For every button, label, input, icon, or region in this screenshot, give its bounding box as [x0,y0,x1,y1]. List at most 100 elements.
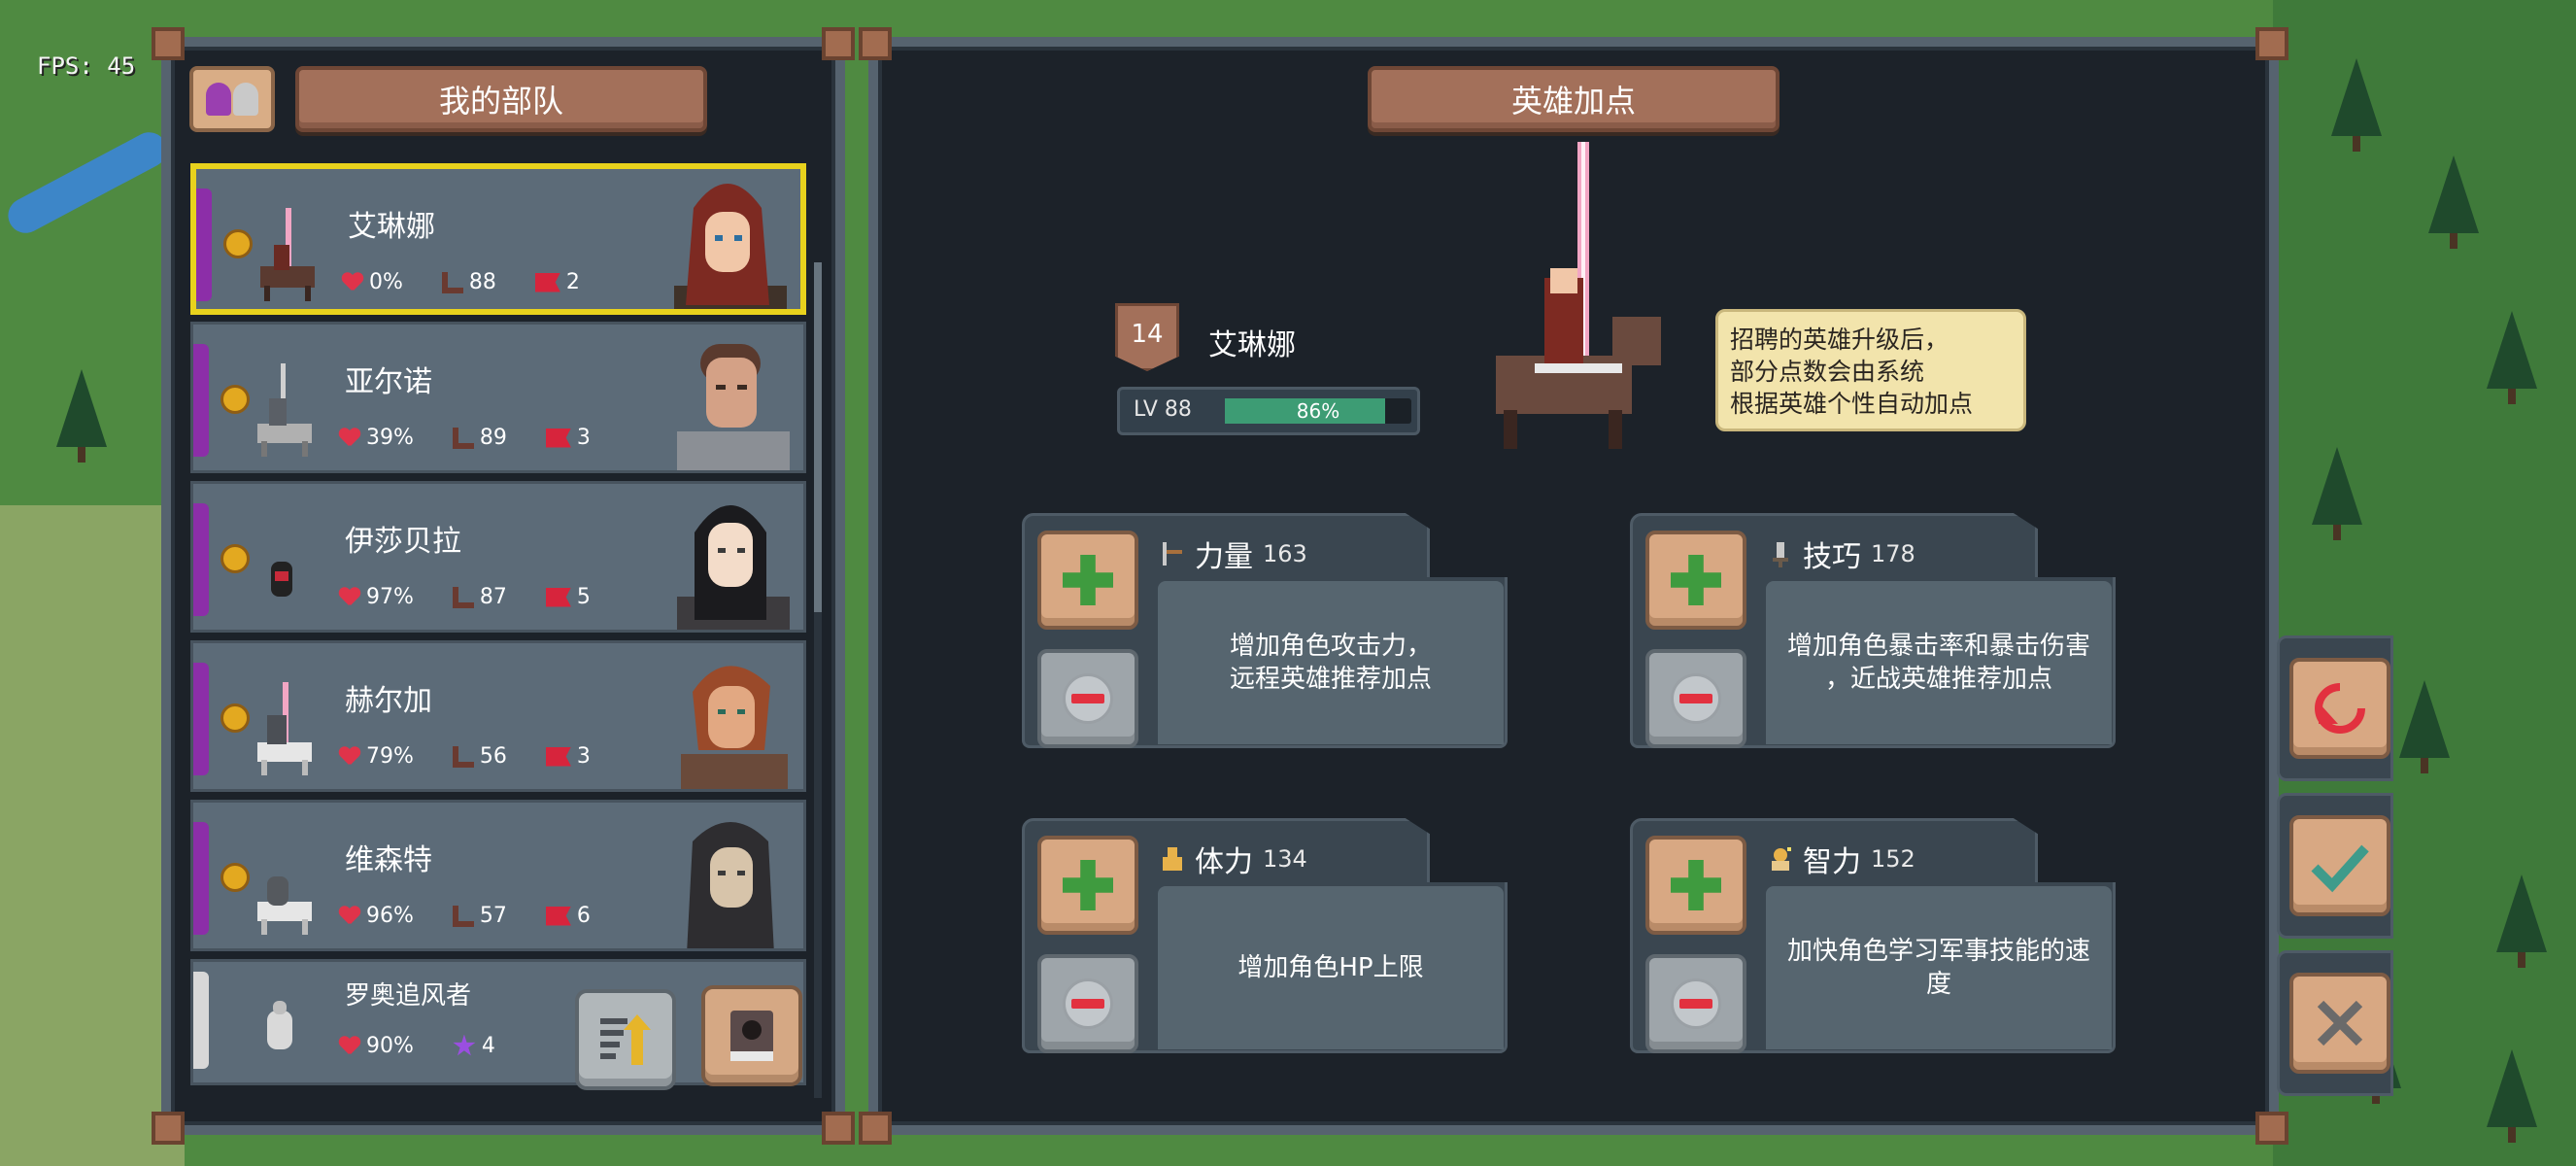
xp-percent: 86% [1296,399,1340,423]
hero-mounted-sprite [1496,142,1661,449]
boot-icon [452,905,474,927]
boot-icon [441,271,463,293]
plus-icon [1671,555,1721,605]
panel-corner [2255,1112,2288,1145]
reset-button-frame [2277,635,2393,781]
hero-hp: 39% [366,426,414,450]
hero-rider-icon [257,876,312,935]
boot-icon [452,427,474,449]
sword-icon [1163,542,1182,566]
hero-stat3: 5 [576,585,591,609]
stamina-plus-button[interactable] [1037,836,1138,935]
intellect-plus-button[interactable] [1645,836,1746,935]
hero-portrait [677,505,790,630]
hero-stat3: 3 [576,426,591,450]
xp-track: 86% [1225,398,1411,424]
hero-card[interactable]: 伊莎贝拉 97% 87 5 [190,481,806,633]
strength-plus-button[interactable] [1037,531,1138,630]
troop-flag-icon [545,746,571,767]
panel-corner [822,27,855,60]
hero-card[interactable]: 维森特 96% 57 6 [190,800,806,951]
attribute-value: 178 [1871,540,1915,567]
star-icon [453,1034,476,1056]
body-icon [1163,847,1182,871]
hero-name: 艾琳娜 [1208,328,1296,362]
roster-scrollbar[interactable] [814,262,822,1098]
hero-name: 亚尔诺 [345,365,432,399]
scrollbar-thumb[interactable] [814,262,822,612]
description-line: 增加角色暴击率和暴击伤害 [1786,632,2090,661]
attribute-value: 163 [1263,540,1307,567]
hero-points-title: 英雄加点 [1368,66,1779,132]
dagger-icon [1773,542,1788,567]
hero-hp: 90% [366,1034,414,1058]
tree-icon [2399,680,2450,773]
troop-flag-icon [545,587,571,607]
troop-flag-icon [534,272,560,292]
rank-strip [193,344,209,457]
hero-name: 罗奥追风者 [345,981,472,1011]
tree-icon [2428,155,2479,249]
rank-strip [193,822,209,935]
panel-corner [859,1112,892,1145]
book-icon [730,1011,773,1061]
brain-icon [1772,847,1791,871]
troop-view-toggle-button[interactable] [189,66,275,132]
attribute-name: 技巧 [1803,540,1861,574]
hero-card[interactable]: 艾琳娜 0% 88 2 [190,163,806,315]
hero-stat2: 87 [479,585,507,609]
stamina-attribute: 体力 134 增加角色HP上限 [1022,818,1508,1053]
hero-rider-icon [271,562,292,597]
purple-person-icon [206,83,231,116]
rank-strip [196,189,212,301]
plus-icon [1063,860,1113,910]
panel-corner [152,1112,185,1145]
confirm-button[interactable] [2289,815,2390,916]
level-label: LV 88 [1134,397,1192,422]
tooltip-line: 招聘的英雄升级后， [1730,326,1949,354]
hero-portrait [677,344,790,470]
attribute-name: 力量 [1195,540,1253,574]
tree-icon [2312,447,2362,540]
grey-person-icon [233,83,258,116]
hero-name: 艾琳娜 [348,210,435,244]
strength-minus-button[interactable] [1037,649,1138,748]
description-line: ，近战英雄推荐加点 [1824,665,2052,694]
attribute-description: 增加角色攻击力， 远程英雄推荐加点 [1158,581,1504,744]
sort-button[interactable] [575,989,676,1090]
panel-corner [2255,27,2288,60]
intellect-minus-button[interactable] [1645,954,1746,1053]
hero-roster-list: 艾琳娜 0% 88 2 亚尔诺 39% 89 3 伊莎贝拉 97% 87 5 赫… [190,160,812,1099]
tree-icon [56,369,107,463]
hero-stat3: 6 [576,904,591,928]
close-button[interactable] [2289,973,2390,1074]
tooltip-line: 部分点数会由系统 [1730,358,1925,386]
boot-icon [452,586,474,608]
hero-card[interactable]: 赫尔加 79% 56 3 [190,640,806,792]
description-line: 度 [1925,970,1951,999]
heart-icon [339,747,360,767]
codex-button[interactable] [701,985,802,1086]
rank-strip [193,972,209,1069]
rank-strip [193,503,209,616]
skill-attribute: 技巧 178 增加角色暴击率和暴击伤害 ，近战英雄推荐加点 [1630,513,2116,748]
hero-hp: 96% [366,904,414,928]
reset-button[interactable] [2289,658,2390,759]
sort-icon [600,1014,651,1065]
hero-hp: 0% [369,270,403,294]
attribute-description: 加快角色学习军事技能的速 度 [1766,886,2112,1049]
stamina-minus-button[interactable] [1037,954,1138,1053]
skill-minus-button[interactable] [1645,649,1746,748]
auto-allocate-tooltip: 招聘的英雄升级后， 部分点数会由系统 根据英雄个性自动加点 [1715,309,2026,431]
close-icon [2317,1000,2363,1046]
hero-card[interactable]: 亚尔诺 39% 89 3 [190,322,806,473]
reset-icon [2315,683,2365,734]
hero-name: 赫尔加 [345,684,432,718]
troop-flag-icon [545,906,571,926]
hero-rider-icon [260,208,315,301]
hero-portrait [687,822,774,948]
plus-icon [1063,555,1113,605]
hero-portrait [674,184,787,309]
skill-plus-button[interactable] [1645,531,1746,630]
attribute-name: 体力 [1195,845,1253,879]
